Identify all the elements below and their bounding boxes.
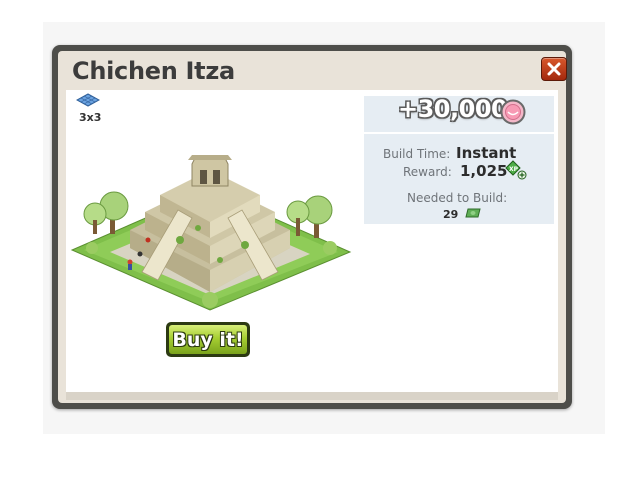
close-x-icon xyxy=(547,62,561,76)
buy-button-label: Buy it! xyxy=(169,325,247,354)
coin-icon xyxy=(500,99,526,125)
buy-button[interactable]: Buy it! xyxy=(166,322,250,357)
build-time-label: Build Time: xyxy=(383,147,451,161)
needed-to-build-label: Needed to Build: xyxy=(407,191,508,205)
reward-value: 1,025 xyxy=(460,162,508,180)
chichen-itza-pyramid-image xyxy=(70,155,352,311)
tile-footprint-icon xyxy=(76,93,100,107)
dialog-title: Chichen Itza xyxy=(72,57,235,85)
reward-label: Reward: xyxy=(403,165,452,179)
price-value: +30,000 xyxy=(398,95,508,123)
cash-icon xyxy=(465,208,481,218)
svg-text:XP: XP xyxy=(509,166,519,173)
footprint-size-label: 3x3 xyxy=(79,111,102,124)
info-divider xyxy=(364,132,554,134)
needed-to-build-value: 29 xyxy=(443,208,459,221)
dialog-bottom-strip xyxy=(66,392,558,400)
xp-icon: XP xyxy=(505,160,527,180)
close-button[interactable] xyxy=(541,57,567,81)
